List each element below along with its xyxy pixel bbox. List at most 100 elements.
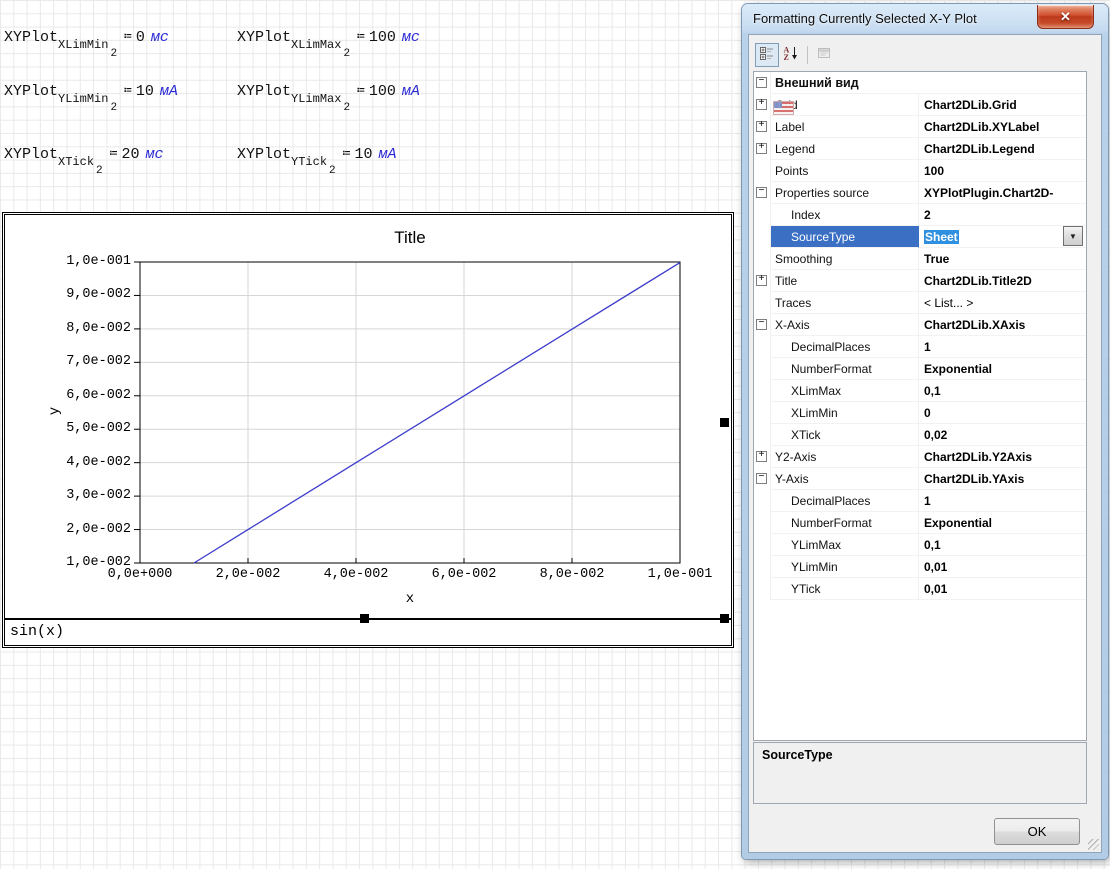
math-op: ≔: [124, 29, 132, 44]
math-region[interactable]: XYPlotXLimMin2≔0мс: [4, 29, 169, 46]
expand-icon[interactable]: +: [756, 99, 767, 110]
row-margin: [754, 578, 771, 600]
math-region[interactable]: XYPlotXLimMax2≔100мс: [237, 29, 420, 46]
property-row[interactable]: +LegendChart2DLib.Legend: [754, 138, 1086, 160]
property-row[interactable]: DecimalPlaces1: [754, 336, 1086, 358]
property-value: < List... >: [919, 292, 1086, 314]
math-region[interactable]: XYPlotYLimMax2≔100мА: [237, 83, 420, 100]
x-tick-label: 8,0e-002: [540, 567, 605, 582]
property-value: Chart2DLib.Y2Axis: [919, 446, 1086, 468]
row-margin: [754, 226, 771, 248]
resize-handle-right-middle[interactable]: [720, 418, 729, 427]
x-tick-label: 6,0e-002: [432, 567, 497, 582]
property-row[interactable]: +GridChart2DLib.Grid: [754, 94, 1086, 116]
property-value: 0,1: [919, 534, 1086, 556]
row-margin: +: [754, 446, 771, 468]
y-axis-label: y: [47, 407, 63, 415]
collapse-icon[interactable]: −: [756, 187, 767, 198]
description-title: SourceType: [762, 748, 1078, 762]
property-row[interactable]: SmoothingTrue: [754, 248, 1086, 270]
categorized-view-button[interactable]: [755, 43, 779, 67]
row-margin: +: [754, 116, 771, 138]
expand-icon[interactable]: +: [756, 451, 767, 462]
property-row[interactable]: −X-AxisChart2DLib.XAxis: [754, 314, 1086, 336]
math-sub2: 2: [110, 102, 117, 114]
property-label: NumberFormat: [771, 358, 919, 380]
math-sub: YLimMin: [58, 92, 108, 106]
property-row[interactable]: XTick0,02: [754, 424, 1086, 446]
property-value: Chart2DLib.Grid: [919, 94, 1086, 116]
math-val: 10: [354, 146, 372, 163]
dropdown-button[interactable]: ▼: [1063, 226, 1083, 246]
collapse-icon[interactable]: −: [756, 77, 767, 88]
property-row[interactable]: YLimMax0,1: [754, 534, 1086, 556]
resize-handle-bottom-right[interactable]: [720, 614, 729, 623]
property-row[interactable]: XLimMax0,1: [754, 380, 1086, 402]
property-row[interactable]: Traces< List... >: [754, 292, 1086, 314]
math-val: 100: [369, 29, 396, 46]
property-row[interactable]: +Y2-AxisChart2DLib.Y2Axis: [754, 446, 1086, 468]
property-row[interactable]: SourceTypeSheet▼: [754, 226, 1086, 248]
property-row[interactable]: NumberFormatExponential: [754, 512, 1086, 534]
property-pages-button: [812, 43, 836, 67]
expand-icon[interactable]: +: [756, 143, 767, 154]
math-sub2: 2: [110, 48, 117, 60]
property-value: True: [919, 248, 1086, 270]
math-sub2: 2: [343, 48, 350, 60]
property-label: XLimMin: [771, 402, 919, 424]
expand-icon[interactable]: +: [756, 121, 767, 132]
collapse-icon[interactable]: −: [756, 473, 767, 484]
x-axis-label: x: [406, 591, 414, 607]
y-tick-label: 1,0e-002: [45, 555, 131, 570]
row-margin: +: [754, 138, 771, 160]
math-unit: мА: [160, 83, 178, 100]
categorized-icon: [759, 45, 775, 66]
alphabetical-sort-icon: A Z: [783, 45, 799, 66]
property-row[interactable]: YTick0,01: [754, 578, 1086, 600]
row-margin: [754, 358, 771, 380]
row-margin: [754, 490, 771, 512]
math-region[interactable]: XYPlotXTick2≔20мс: [4, 146, 164, 163]
property-label: Label: [771, 116, 919, 138]
property-row[interactable]: +LabelChart2DLib.XYLabel: [754, 116, 1086, 138]
y-tick-label: 1,0e-001: [45, 254, 131, 269]
x-tick-label: 1,0e-001: [648, 567, 713, 582]
property-row[interactable]: −Y-AxisChart2DLib.YAxis: [754, 468, 1086, 490]
property-grid: −Внешний вид+GridChart2DLib.Grid+LabelCh…: [753, 71, 1087, 741]
property-label: Title: [771, 270, 919, 292]
math-base: XYPlot: [4, 146, 58, 163]
close-button[interactable]: ✕: [1037, 5, 1094, 29]
property-row[interactable]: NumberFormatExponential: [754, 358, 1086, 380]
property-row[interactable]: −Properties sourceXYPlotPlugin.Chart2D-: [754, 182, 1086, 204]
math-op: ≔: [110, 146, 118, 161]
math-sub: XLimMin: [58, 38, 108, 52]
expand-icon[interactable]: +: [756, 275, 767, 286]
resize-grip[interactable]: [1088, 839, 1099, 850]
collapse-icon[interactable]: −: [756, 319, 767, 330]
property-row[interactable]: Points100: [754, 160, 1086, 182]
y-tick-label: 4,0e-002: [45, 455, 131, 470]
row-margin: [754, 512, 771, 534]
resize-handle-bottom-middle[interactable]: [360, 614, 369, 623]
property-row[interactable]: +TitleChart2DLib.Title2D: [754, 270, 1086, 292]
property-value: 100: [919, 160, 1086, 182]
math-region[interactable]: XYPlotYTick2≔10мА: [237, 146, 397, 163]
xy-plot-region[interactable]: Title y x sin(x) 0,0e+0002,0e-0024,0e-00…: [2, 212, 734, 648]
property-row[interactable]: XLimMin0: [754, 402, 1086, 424]
property-value: Chart2DLib.Legend: [919, 138, 1086, 160]
math-base: XYPlot: [237, 146, 291, 163]
format-plot-dialog: Formatting Currently Selected X-Y Plot ✕: [742, 4, 1108, 859]
alphabetical-view-button[interactable]: A Z: [779, 43, 803, 67]
property-row[interactable]: DecimalPlaces1: [754, 490, 1086, 512]
math-base: XYPlot: [4, 29, 58, 46]
property-label: YTick: [771, 578, 919, 600]
property-label: XLimMax: [771, 380, 919, 402]
math-val: 100: [369, 83, 396, 100]
property-row[interactable]: YLimMin0,01: [754, 556, 1086, 578]
property-row[interactable]: Index2: [754, 204, 1086, 226]
y-tick-label: 7,0e-002: [45, 354, 131, 369]
property-pages-icon: [816, 45, 832, 66]
math-region[interactable]: XYPlotYLimMin2≔10мА: [4, 83, 178, 100]
property-category-row[interactable]: −Внешний вид: [754, 72, 1086, 94]
ok-button[interactable]: OK: [994, 818, 1080, 845]
